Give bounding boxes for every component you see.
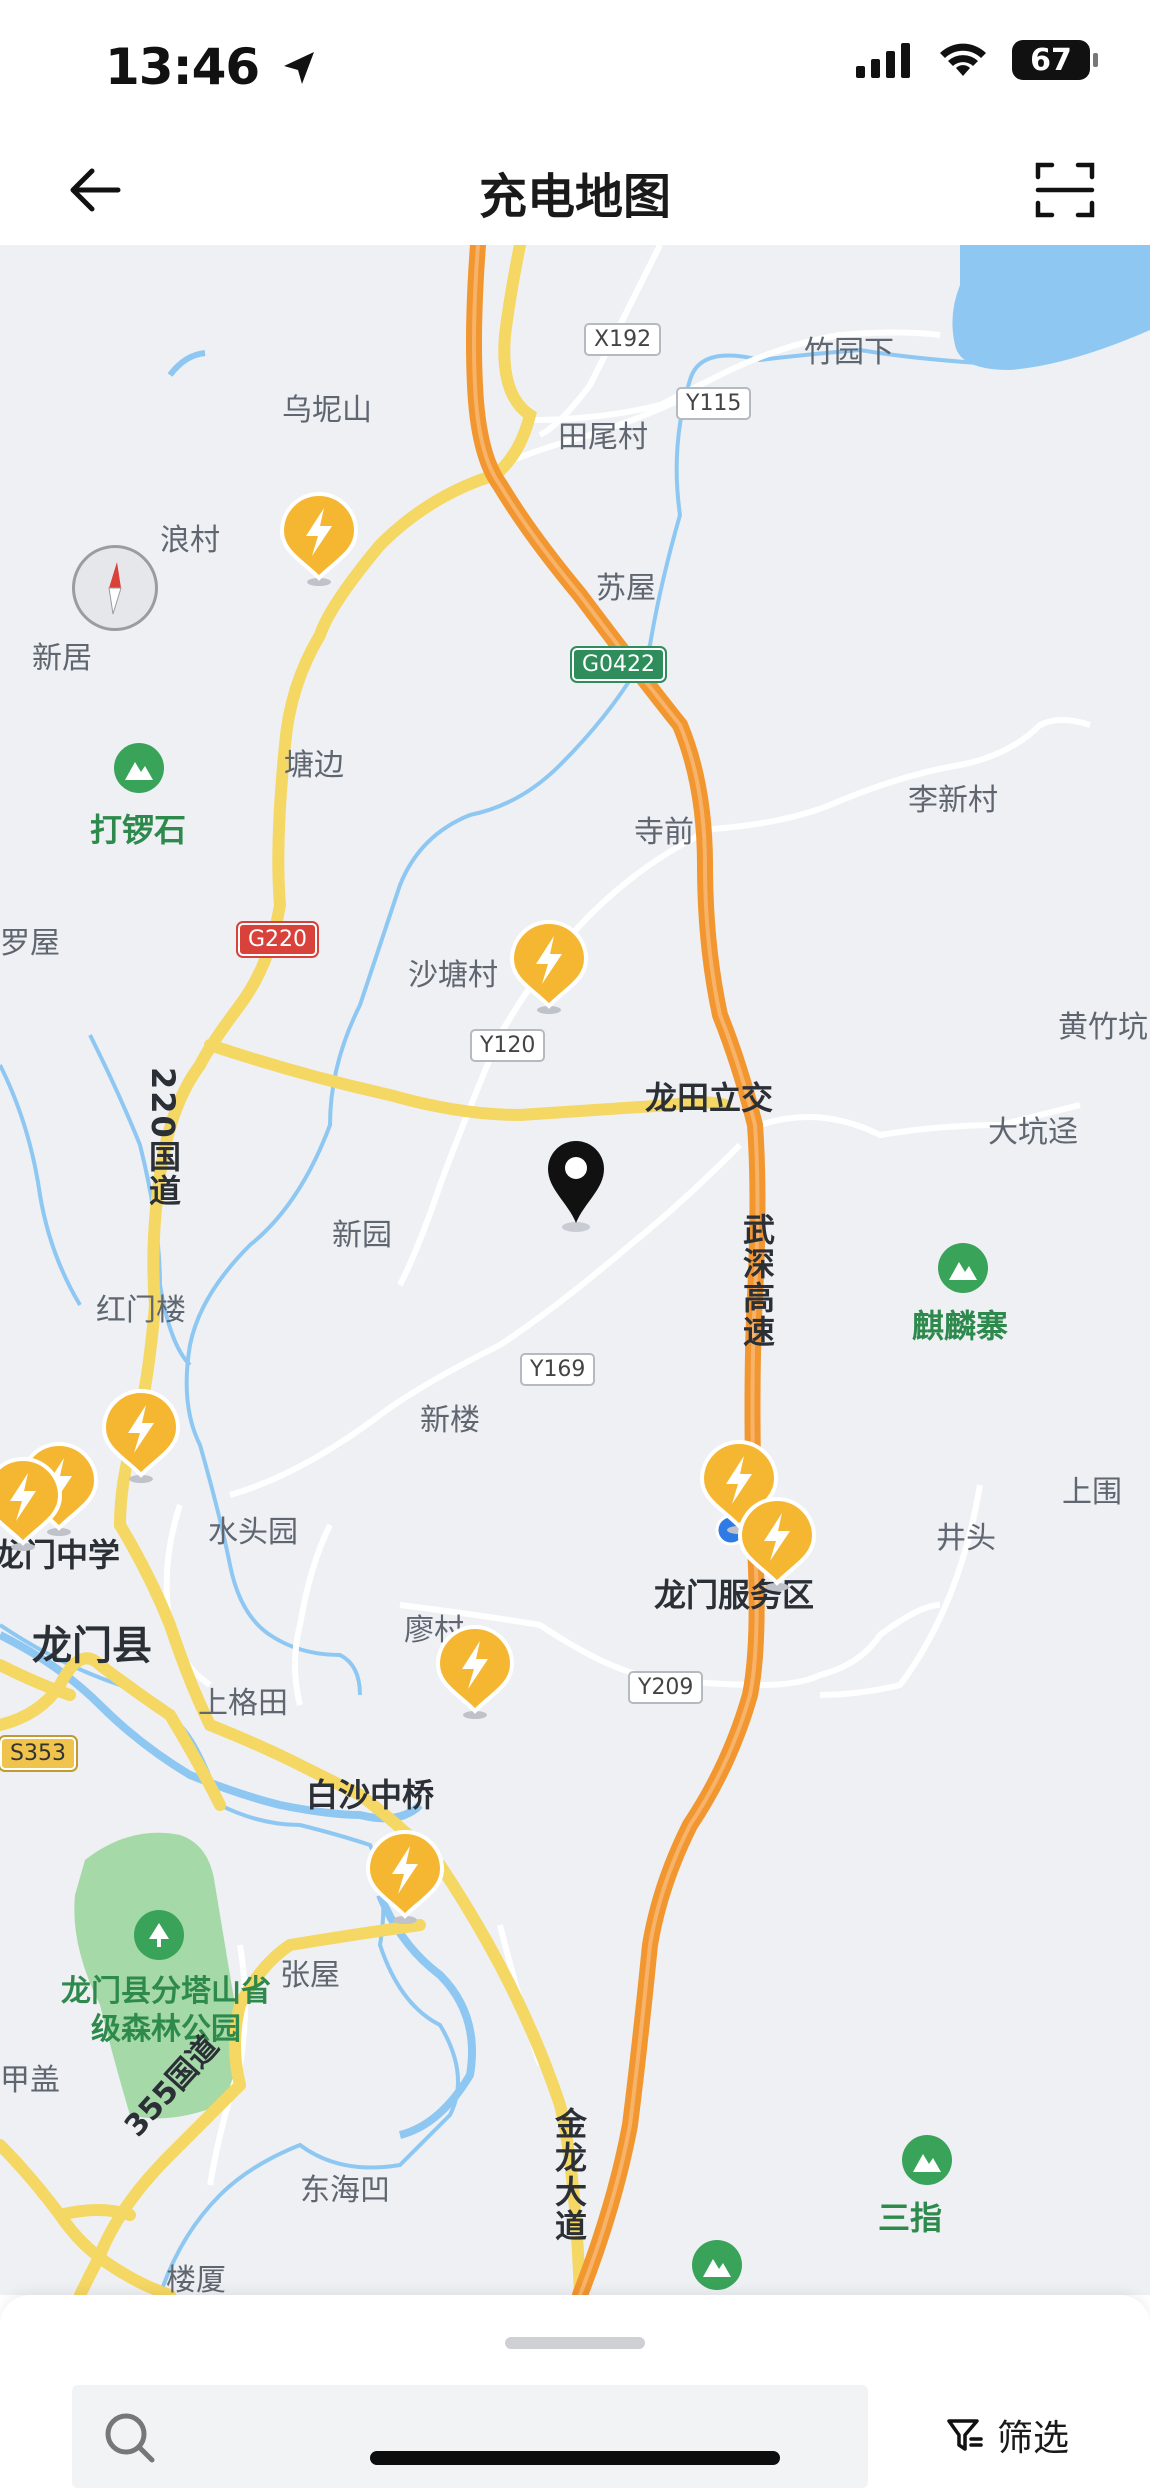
scan-icon[interactable]	[1030, 155, 1100, 225]
place-label: 水头园	[208, 1515, 298, 1550]
place-label: 上格田	[198, 1686, 288, 1721]
park-label: 龙门县分塔山省级森林公园	[61, 1974, 271, 2047]
poi-label: 打锣石	[90, 811, 187, 849]
road-tag-y120: Y120	[470, 1029, 546, 1062]
charging-station-pin-icon[interactable]	[508, 918, 590, 1018]
mountain-poi-icon[interactable]	[902, 2135, 952, 2185]
selected-location-pin-icon[interactable]	[540, 1137, 612, 1237]
place-label: 沙塘村	[408, 958, 498, 993]
road-tag-y209: Y209	[628, 1671, 704, 1704]
place-label: 浪村	[160, 523, 220, 558]
place-label: 黄竹坑	[1058, 1010, 1148, 1045]
park-poi-icon[interactable]	[134, 1910, 184, 1960]
road-tag-y115: Y115	[676, 387, 752, 420]
status-bar: 13:46 67	[0, 0, 1150, 135]
road-name-label: 220国道	[144, 1067, 182, 1208]
place-label: 田尾村	[558, 420, 648, 455]
status-time: 13:46	[105, 38, 320, 96]
road-tag-x192: X192	[584, 323, 662, 356]
page-title: 充电地图	[478, 169, 671, 225]
filter-funnel-icon	[947, 2419, 983, 2451]
place-label: 新居	[32, 641, 92, 676]
road-tag-g0422: G0422	[569, 646, 668, 683]
search-icon	[105, 2413, 155, 2463]
battery-level: 67	[1030, 42, 1072, 78]
status-indicators: 67	[854, 40, 1098, 80]
place-label: 楼厦	[166, 2263, 226, 2295]
place-label: 寺前	[634, 815, 694, 850]
road-tag-y169: Y169	[520, 1353, 596, 1386]
mountain-poi-icon[interactable]	[938, 1243, 988, 1293]
charging-station-pin-icon[interactable]	[736, 1495, 818, 1595]
place-label: 上围	[1062, 1475, 1122, 1510]
mountain-poi-icon[interactable]	[114, 743, 164, 793]
place-label: 罗屋	[0, 926, 60, 961]
charging-station-pin-icon[interactable]	[100, 1387, 182, 1487]
place-label: 红门楼	[96, 1293, 186, 1328]
cellular-signal-icon	[856, 43, 910, 78]
road-tag-s353: S353	[0, 1735, 78, 1772]
place-label: 龙田立交	[645, 1079, 774, 1117]
search-box[interactable]	[72, 2385, 868, 2488]
map-view[interactable]: X192 Y115 G0422 G220 Y120 Y169 Y209 S353…	[0, 245, 1150, 2295]
poi-label: 麒麟寨	[912, 1307, 1009, 1345]
place-label: 塘边	[284, 748, 344, 783]
place-label: 大坑迳	[988, 1115, 1078, 1150]
place-label: 苏屋	[596, 571, 656, 606]
home-indicator[interactable]	[370, 2451, 780, 2465]
charging-station-pin-icon[interactable]	[0, 1455, 64, 1555]
compass-needle-icon	[108, 562, 122, 615]
place-label: 张屋	[280, 1958, 340, 1993]
battery-indicator: 67	[1012, 40, 1098, 80]
road-name-label: 金龙大道	[550, 2107, 588, 2243]
place-label: 白沙中桥	[306, 1776, 435, 1814]
wifi-icon	[940, 43, 986, 76]
county-label: 龙门县	[32, 1623, 152, 1669]
sheet-drag-handle[interactable]	[505, 2337, 645, 2349]
road-tag-g220: G220	[235, 921, 320, 958]
charging-station-pin-icon[interactable]	[364, 1828, 446, 1928]
place-label: 李新村	[908, 783, 998, 818]
filter-button[interactable]: 筛选	[945, 2405, 1069, 2465]
status-time-text: 13:46	[105, 38, 260, 96]
place-label: 甲盖	[0, 2063, 60, 2098]
road-name-label: 武深高速	[738, 1213, 776, 1349]
compass-icon[interactable]	[72, 545, 158, 631]
place-label: 井头	[936, 1521, 996, 1556]
nav-bar: 充电地图	[0, 135, 1150, 245]
place-label: 东海凹	[300, 2173, 390, 2208]
place-label: 新楼	[420, 1403, 480, 1438]
place-label: 新园	[332, 1218, 392, 1253]
filter-label: 筛选	[997, 2418, 1070, 2459]
poi-label: 三指	[878, 2199, 943, 2237]
mountain-poi-icon[interactable]	[692, 2240, 742, 2290]
location-arrow-icon	[283, 52, 314, 84]
charging-station-pin-icon[interactable]	[278, 490, 360, 590]
charging-station-pin-icon[interactable]	[434, 1623, 516, 1723]
place-label: 竹园下	[804, 335, 894, 370]
place-label: 乌坭山	[282, 393, 372, 428]
